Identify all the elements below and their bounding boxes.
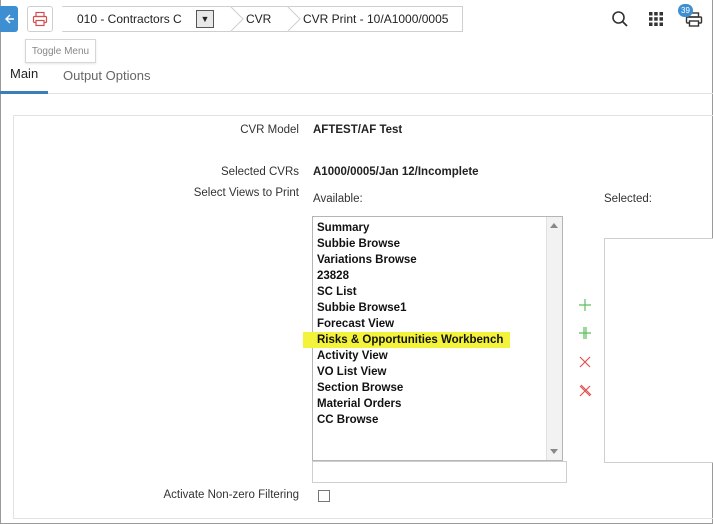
list-item[interactable]: CC Browse xyxy=(317,412,562,428)
list-item[interactable]: 23828 xyxy=(317,268,562,284)
printer-icon xyxy=(32,11,48,27)
company-name: 010 - Contractors C xyxy=(77,12,182,26)
scroll-up-icon[interactable] xyxy=(550,223,558,228)
add-icon[interactable] xyxy=(577,297,593,313)
remove-all-icon[interactable] xyxy=(577,383,593,399)
search-icon[interactable] xyxy=(609,8,631,30)
tab-output-options[interactable]: Output Options xyxy=(53,56,160,94)
list-item[interactable]: Subbie Browse xyxy=(317,236,562,252)
non-zero-filter-checkbox[interactable] xyxy=(318,490,330,502)
list-item[interactable]: Subbie Browse1 xyxy=(317,300,562,316)
cvr-model-label: CVR Model xyxy=(240,124,299,136)
scroll-down-icon[interactable] xyxy=(550,449,558,454)
list-item[interactable]: Material Orders xyxy=(317,396,562,412)
list-item[interactable]: SC List xyxy=(317,284,562,300)
toggle-menu-button[interactable] xyxy=(27,6,53,32)
list-scrollbar[interactable] xyxy=(546,217,562,460)
list-item[interactable]: VO List View xyxy=(317,364,562,380)
list-item[interactable]: Risks & Opportunities Workbench xyxy=(303,332,510,348)
tab-bar: Main Output Options xyxy=(0,56,713,94)
list-item[interactable]: Variations Browse xyxy=(317,252,562,268)
add-all-icon[interactable] xyxy=(577,325,593,341)
select-views-label: Select Views to Print xyxy=(193,187,299,199)
tab-main[interactable]: Main xyxy=(0,56,49,94)
non-zero-filter-label: Activate Non-zero Filtering xyxy=(163,489,300,501)
breadcrumb-cvr-print-label: CVR Print - 10/A1000/0005 xyxy=(303,12,449,26)
notification-badge: 39 xyxy=(678,4,693,17)
top-bar: 010 - Contractors C ▼ CVR CVR Print - 10… xyxy=(0,0,713,38)
list-item[interactable]: Activity View xyxy=(317,348,562,364)
cvr-model-value: AFTEST/AF Test xyxy=(313,124,403,136)
list-item[interactable]: Summary xyxy=(317,220,562,236)
apps-grid-icon[interactable] xyxy=(645,8,667,30)
chevron-down-icon[interactable]: ▼ xyxy=(196,10,214,28)
selected-views-list[interactable] xyxy=(604,238,713,463)
selected-label: Selected: xyxy=(604,193,652,205)
available-label: Available: xyxy=(313,193,363,205)
selected-cvrs-label: Selected CVRs xyxy=(221,166,299,178)
list-item[interactable]: Forecast View xyxy=(317,316,562,332)
breadcrumb-cvr-label: CVR xyxy=(246,12,272,26)
back-arrow-icon[interactable] xyxy=(0,6,18,32)
available-views-list[interactable]: Summary Subbie Browse Variations Browse 238… xyxy=(303,216,563,461)
selected-cvrs-value: A1000/0005/Jan 12/Incomplete xyxy=(313,166,479,178)
list-filter-input[interactable] xyxy=(312,461,567,483)
remove-icon[interactable] xyxy=(577,354,593,370)
list-item[interactable]: Section Browse xyxy=(317,380,562,396)
company-selector[interactable]: 010 - Contractors C ▼ xyxy=(62,6,244,32)
breadcrumb-cvr-print[interactable]: CVR Print - 10/A1000/0005 xyxy=(288,6,463,32)
